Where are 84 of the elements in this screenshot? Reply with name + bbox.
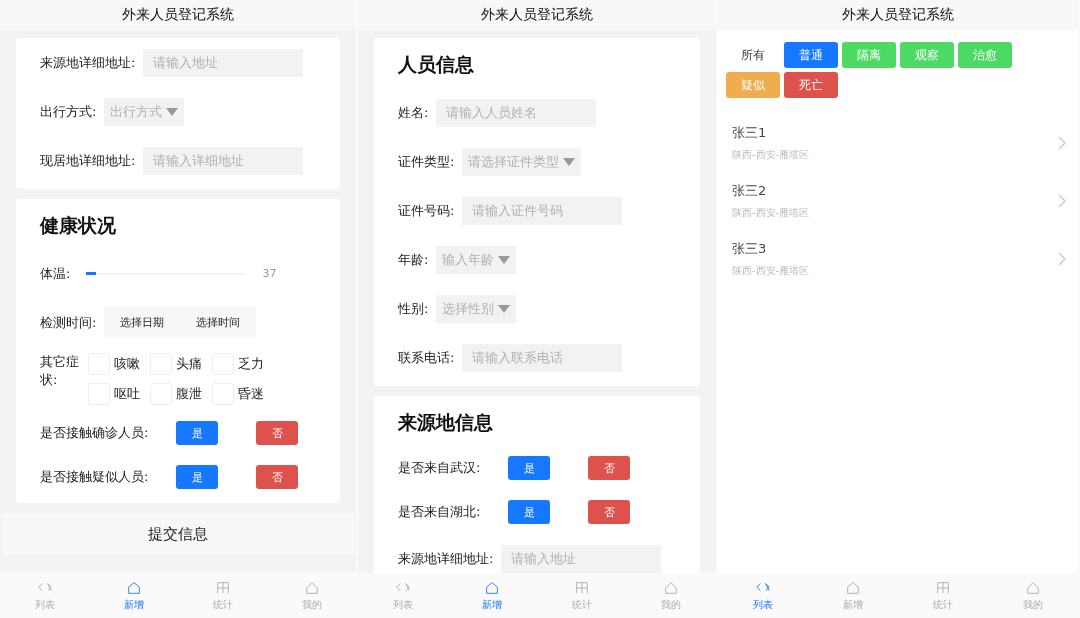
field-label: 是否来自武汉: — [398, 459, 481, 477]
field-label: 现居地详细地址: — [40, 151, 136, 170]
filter-button[interactable]: 普通 — [784, 42, 838, 68]
field-label: 是否来自湖北: — [398, 503, 481, 521]
field-label: 是否接触确诊人员: — [40, 424, 149, 442]
input-field[interactable]: 请输入证件号码 — [462, 196, 623, 225]
input-field[interactable]: 请输入地址 — [143, 48, 304, 77]
field-label: 体温: — [40, 264, 71, 283]
section-heading: 人员信息 — [398, 52, 475, 77]
tab[interactable]: 我的 — [626, 573, 716, 618]
person-name: 张三3 — [732, 240, 768, 258]
yes-button[interactable]: 是 — [176, 421, 219, 445]
tab[interactable]: 列表 — [718, 573, 808, 618]
field-label: 来源地详细地址: — [398, 549, 494, 568]
field-label: 姓名: — [398, 103, 429, 122]
grid-icon — [934, 579, 952, 596]
checkbox-label: 乏力 — [238, 355, 264, 373]
tab[interactable]: 列表 — [358, 573, 448, 618]
person-place: 陕西-西安-雁塔区 — [732, 264, 810, 278]
checkbox-label: 咳嗽 — [114, 355, 140, 373]
house-icon — [844, 579, 862, 596]
submit-button[interactable]: 提交信息 — [2, 513, 354, 555]
dropdown[interactable]: 选择性别 — [436, 294, 517, 323]
tab[interactable]: 我的 — [267, 573, 356, 618]
tab[interactable]: 列表 — [0, 573, 89, 618]
no-button[interactable]: 否 — [588, 456, 631, 480]
caret-icon — [563, 157, 576, 166]
picker-button[interactable]: 选择日期 — [104, 307, 181, 338]
yes-button[interactable]: 是 — [508, 456, 551, 480]
tab[interactable]: 新增 — [447, 573, 537, 618]
slider-reading: 37 — [262, 267, 277, 280]
dropdown[interactable]: 出行方式 — [104, 97, 185, 126]
caret-icon — [166, 107, 179, 116]
section-heading: 健康状况 — [40, 213, 117, 238]
caret-icon — [498, 304, 511, 313]
app-title: 外来人员登记系统 — [122, 6, 234, 24]
input-field[interactable]: 请输入人员姓名 — [436, 98, 597, 127]
tab[interactable]: 新增 — [808, 573, 898, 618]
field-label: 联系电话: — [398, 348, 455, 367]
input-field[interactable]: 请输入地址 — [501, 544, 662, 573]
no-button[interactable]: 否 — [256, 421, 299, 445]
field-label: 出行方式: — [40, 102, 97, 121]
tab[interactable]: 统计 — [537, 573, 627, 618]
person-row[interactable]: 张三1 陕西-西安-雁塔区 — [718, 114, 1078, 172]
field-label: 年龄: — [398, 250, 429, 269]
chevron-icon — [1058, 136, 1066, 150]
person-name: 张三2 — [732, 182, 768, 200]
app-title: 外来人员登记系统 — [481, 6, 593, 24]
filter-button[interactable]: 死亡 — [784, 72, 838, 98]
checkbox-label: 呕吐 — [114, 385, 140, 403]
yes-button[interactable]: 是 — [508, 500, 551, 524]
app-title: 外来人员登记系统 — [842, 6, 954, 24]
person-row[interactable]: 张三2 陕西-西安-雁塔区 — [718, 172, 1078, 230]
tab[interactable]: 新增 — [89, 573, 178, 618]
picker-button[interactable]: 选择时间 — [180, 307, 257, 338]
dropdown[interactable]: 请选择证件类型 — [462, 147, 582, 176]
chevron-icon — [1058, 252, 1066, 266]
yes-button[interactable]: 是 — [176, 465, 219, 489]
checkbox-label: 头痛 — [176, 355, 202, 373]
field-label: 检测时间: — [40, 313, 97, 332]
checkbox-label: 昏迷 — [238, 385, 264, 403]
person-place: 陕西-西安-雁塔区 — [732, 206, 810, 220]
chevron-icon — [1058, 194, 1066, 208]
tab[interactable]: 我的 — [988, 573, 1078, 618]
person-place: 陕西-西安-雁塔区 — [732, 148, 810, 162]
house-icon — [1024, 579, 1042, 596]
dropdown[interactable]: 输入年龄 — [436, 245, 517, 274]
field-label: 性别: — [398, 299, 429, 318]
field-label: 证件号码: — [398, 201, 455, 220]
person-name: 张三1 — [732, 124, 768, 142]
checkbox-label: 腹泄 — [176, 385, 202, 403]
no-button[interactable]: 否 — [256, 465, 299, 489]
field-label: 证件类型: — [398, 152, 455, 171]
tab[interactable]: 统计 — [178, 573, 267, 618]
field-label: 其它症状: — [40, 353, 80, 389]
no-button[interactable]: 否 — [588, 500, 631, 524]
input-field[interactable]: 请输入详细地址 — [143, 146, 304, 175]
section-heading: 来源地信息 — [398, 410, 494, 435]
caret-icon — [498, 255, 511, 264]
tab[interactable]: 统计 — [898, 573, 988, 618]
person-row[interactable]: 张三3 陕西-西安-雁塔区 — [718, 230, 1078, 288]
input-field[interactable]: 请输入联系电话 — [462, 343, 623, 372]
field-label: 是否接触疑似人员: — [40, 468, 149, 486]
field-label: 来源地详细地址: — [40, 53, 136, 72]
